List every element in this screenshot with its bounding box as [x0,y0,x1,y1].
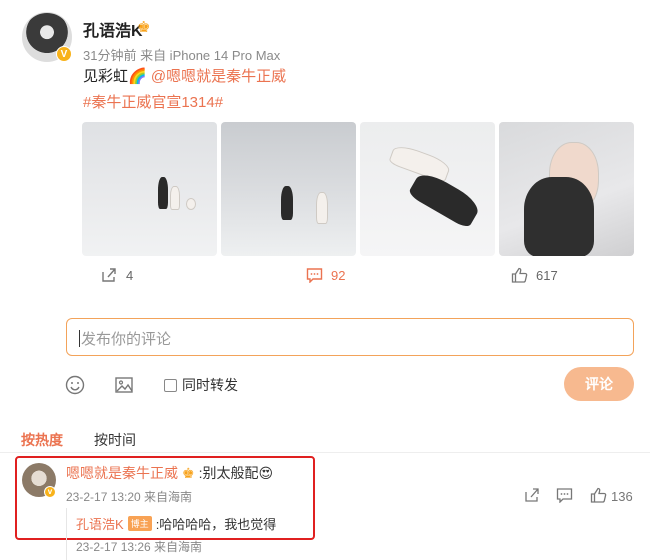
comment-share-button[interactable] [524,487,540,506]
reply-line: 孔语浩K 博主 :哈哈哈哈，我也觉得 [76,514,276,533]
share-icon [100,266,118,284]
image-icon[interactable] [113,374,135,396]
like-count: 617 [536,267,558,283]
thumbs-up-icon [510,266,528,284]
share-icon [524,487,540,506]
commenter-name[interactable]: 嗯嗯就是秦牛正威 [66,463,178,483]
tab-sort-hot[interactable]: 按热度 [21,430,63,450]
reply-thread-line [66,508,67,560]
crown-icon: ♚ [182,464,195,481]
repost-checkbox-label: 同时转发 [182,377,238,393]
reply-text: :哈哈哈哈，我也觉得 [155,517,277,532]
emoji-icon[interactable] [64,374,86,396]
post-meta: 31分钟前 来自 iPhone 14 Pro Max [83,48,281,63]
repost-count: 4 [126,267,134,283]
comment-icon [556,487,573,506]
repost-checkbox-row[interactable]: 同时转发 [164,375,238,395]
comment-text: :别太般配😍 [198,465,274,481]
divider [0,452,650,453]
comment-input[interactable]: 发布你的评论 [66,318,634,356]
hashtag-link[interactable]: #秦牛正威官宣1314# [83,91,223,112]
comment-like-count: 136 [611,489,633,504]
comment-count: 92 [331,267,346,283]
author-name[interactable]: 孔语浩K [83,17,143,41]
post-text: 见彩虹🌈 @嗯嗯就是秦牛正威 [83,65,286,86]
reply-author-name[interactable]: 孔语浩K [76,514,124,533]
repost-checkbox[interactable] [164,378,177,392]
comment-meta: 23-2-17 13:20 来自海南 [66,490,193,504]
text-caret [79,330,80,347]
post-photo-4[interactable] [499,122,634,256]
tab-sort-time[interactable]: 按时间 [94,430,136,450]
post-photo-1[interactable] [82,122,217,256]
comment-line: 嗯嗯就是秦牛正威 ♚ :别太般配😍 [66,463,273,483]
post-photo-3[interactable] [360,122,495,256]
submit-comment-button[interactable]: 评论 [564,367,634,401]
author-tag-badge: 博主 [127,516,152,531]
reply-meta: 23-2-17 13:26 来自海南 [76,540,203,554]
comment-reply-button[interactable] [556,487,573,506]
crown-icon: ♚ [137,19,151,36]
verified-badge-icon: V [56,46,72,62]
comment-icon [305,266,323,284]
comment-like-button[interactable]: 136 [590,487,633,506]
comment-input-placeholder: 发布你的评论 [81,331,172,348]
post-photo-2[interactable] [221,122,356,256]
like-button[interactable]: 617 [510,266,558,284]
thumbs-up-icon [590,487,607,506]
repost-button[interactable]: 4 [100,266,133,284]
mention-link[interactable]: @嗯嗯就是秦牛正威 [151,68,286,85]
comment-button[interactable]: 92 [305,266,345,284]
commenter-verified-icon: v [44,486,56,498]
post-text-prefix: 见彩虹🌈 [83,68,151,85]
